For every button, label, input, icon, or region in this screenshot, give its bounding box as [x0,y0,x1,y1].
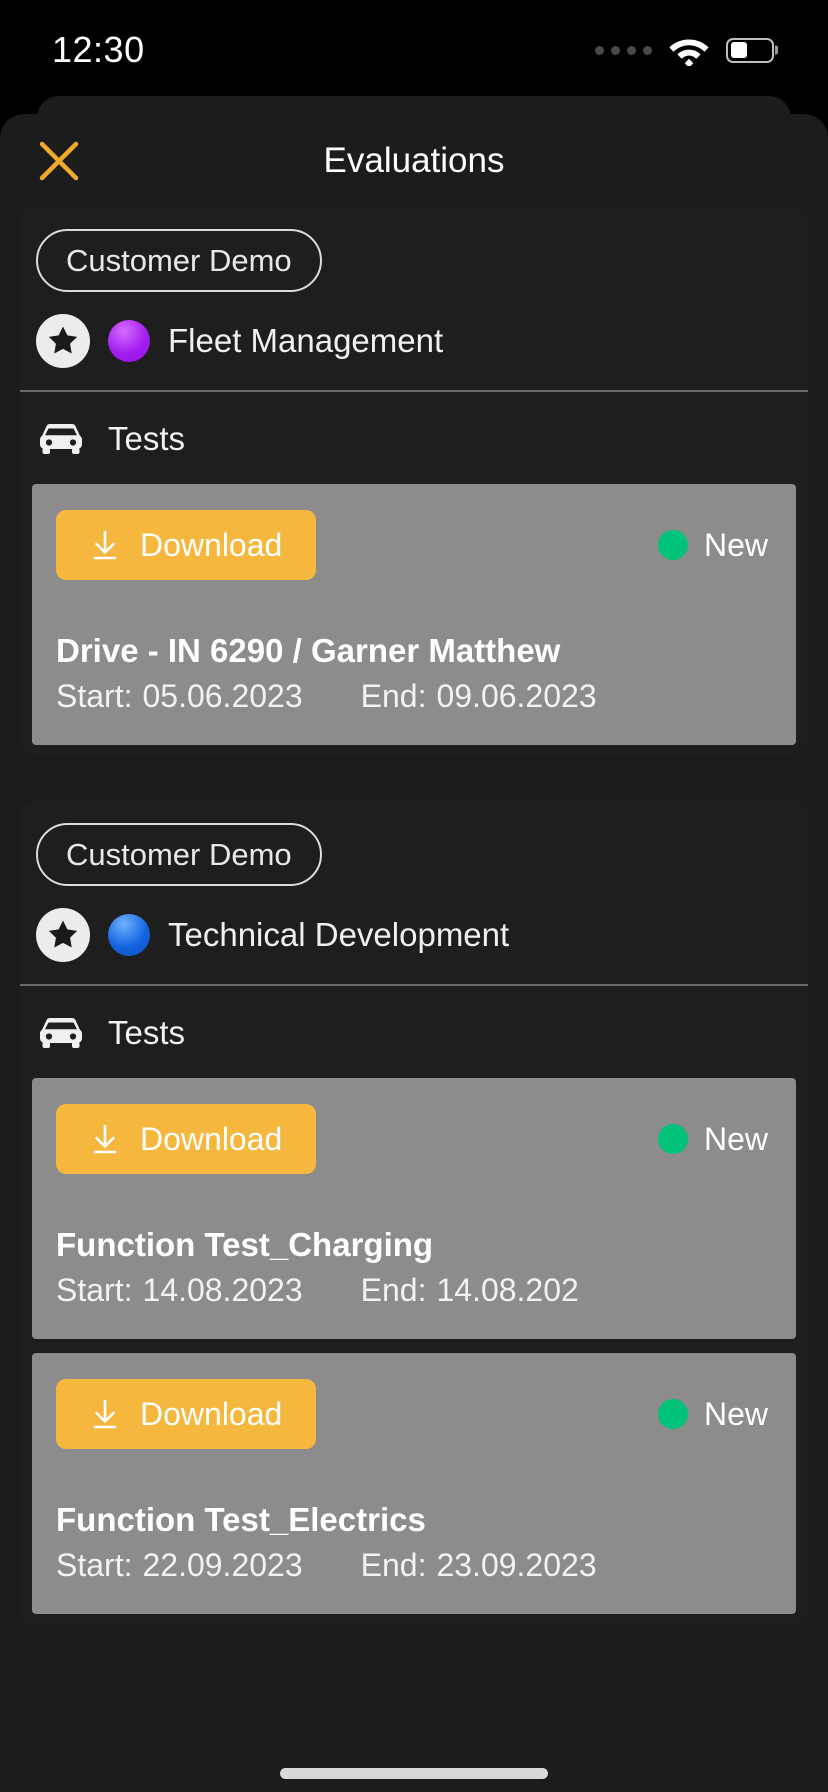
status-badge: New [657,1395,772,1433]
download-button[interactable]: Download [56,1379,317,1449]
end-label: End: [360,1272,427,1308]
status-badge: New [657,1120,772,1158]
car-icon [40,1018,82,1048]
customer-pill-label: Customer Demo [66,243,292,278]
download-icon [93,531,117,560]
sheet-header: Evaluations [0,114,828,207]
card-title: Function Test_Electrics [56,1501,426,1538]
download-button-label: Download [140,1396,283,1432]
start-label: Start: [56,678,133,714]
group-header: Customer Demo Fleet Management [20,207,808,390]
start-label: Start: [56,1272,133,1308]
end-value: 14.08.202 [436,1272,579,1308]
end-date: End: 09.06.2023 [361,678,597,715]
car-icon [40,424,82,454]
status-dot-icon [657,1399,688,1429]
download-button[interactable]: Download [56,510,317,580]
card-dates: Start: 14.08.2023 End: 14.08.202 [56,1272,772,1309]
end-date: End: 14.08.202 [361,1272,579,1309]
group-header: Customer Demo Technical Development [20,801,808,984]
group-category-row: Fleet Management [36,292,792,390]
section-label: Tests [108,420,186,457]
signal-dots-icon [595,45,652,55]
start-date: Start: 14.08.2023 [56,1272,303,1309]
status-label: New [703,1120,768,1157]
card-title: Function Test_Charging [56,1226,434,1263]
status-time: 12:30 [52,29,145,70]
card-title: Drive - IN 6290 / Garner Matthew [56,632,561,669]
status-dot-icon [657,530,688,560]
status-label: New [703,526,768,563]
customer-pill[interactable]: Customer Demo [36,229,322,292]
status-label: New [703,1395,768,1432]
status-badge: New [657,526,772,564]
card-list: Download New Drive - IN 6290 / Garner Ma… [20,484,808,745]
card-top-row: Download New [56,510,772,580]
download-button-label: Download [140,527,283,563]
download-button[interactable]: Download [56,1104,317,1174]
start-date: Start: 22.09.2023 [56,1547,303,1584]
card-top-row: Download New [56,1379,772,1449]
evaluation-card[interactable]: Download New Function Test_Charging Star… [32,1078,796,1339]
download-icon [93,1400,117,1429]
star-icon [36,908,90,962]
section-label: Tests [108,1014,186,1051]
start-date: Start: 05.06.2023 [56,678,303,715]
section-header: Tests [20,986,808,1078]
phone-screen: 12:30 Evaluations Customer Demo Fleet Ma… [0,0,828,1792]
category-label: Fleet Management [168,322,444,359]
evaluation-group: Customer Demo Technical Development Test… [20,801,808,1624]
status-bar: 12:30 [0,0,828,100]
start-value: 22.09.2023 [142,1547,303,1583]
wifi-icon [669,39,709,66]
end-label: End: [360,1547,427,1583]
start-value: 14.08.2023 [142,1272,303,1308]
battery-icon [726,37,774,63]
page-title: Evaluations [323,140,505,180]
section-header: Tests [20,392,808,484]
card-body: Function Test_Charging Start: 14.08.2023 … [56,1226,772,1309]
customer-pill-label: Customer Demo [66,837,292,872]
end-label: End: [360,678,427,714]
card-dates: Start: 22.09.2023 End: 23.09.2023 [56,1547,772,1584]
category-color-dot [108,320,150,362]
evaluations-sheet: Evaluations Customer Demo Fleet Manageme… [0,114,828,1792]
end-value: 23.09.2023 [436,1547,597,1583]
card-body: Drive - IN 6290 / Garner Matthew Start: 0… [56,632,772,715]
end-date: End: 23.09.2023 [361,1547,597,1584]
category-label: Technical Development [168,916,510,953]
evaluation-group: Customer Demo Fleet Management Tests Dow… [20,207,808,755]
card-top-row: Download New [56,1104,772,1174]
status-indicators [595,35,774,66]
start-label: Start: [56,1547,133,1583]
customer-pill[interactable]: Customer Demo [36,823,322,886]
card-body: Function Test_Electrics Start: 22.09.2023… [56,1501,772,1584]
group-category-row: Technical Development [36,886,792,984]
end-value: 09.06.2023 [436,678,597,714]
star-icon [36,314,90,368]
close-icon[interactable] [36,138,82,184]
category-color-dot [108,914,150,956]
download-icon [93,1125,117,1154]
card-dates: Start: 05.06.2023 End: 09.06.2023 [56,678,772,715]
status-dot-icon [657,1124,688,1154]
evaluations-list[interactable]: Customer Demo Fleet Management Tests Dow… [0,207,828,1792]
evaluation-card[interactable]: Download New Drive - IN 6290 / Garner Ma… [32,484,796,745]
home-indicator[interactable] [280,1768,548,1779]
evaluation-card[interactable]: Download New Function Test_Electrics Sta… [32,1353,796,1614]
card-list: Download New Function Test_Charging Star… [20,1078,808,1614]
download-button-label: Download [140,1121,283,1157]
start-value: 05.06.2023 [142,678,303,714]
